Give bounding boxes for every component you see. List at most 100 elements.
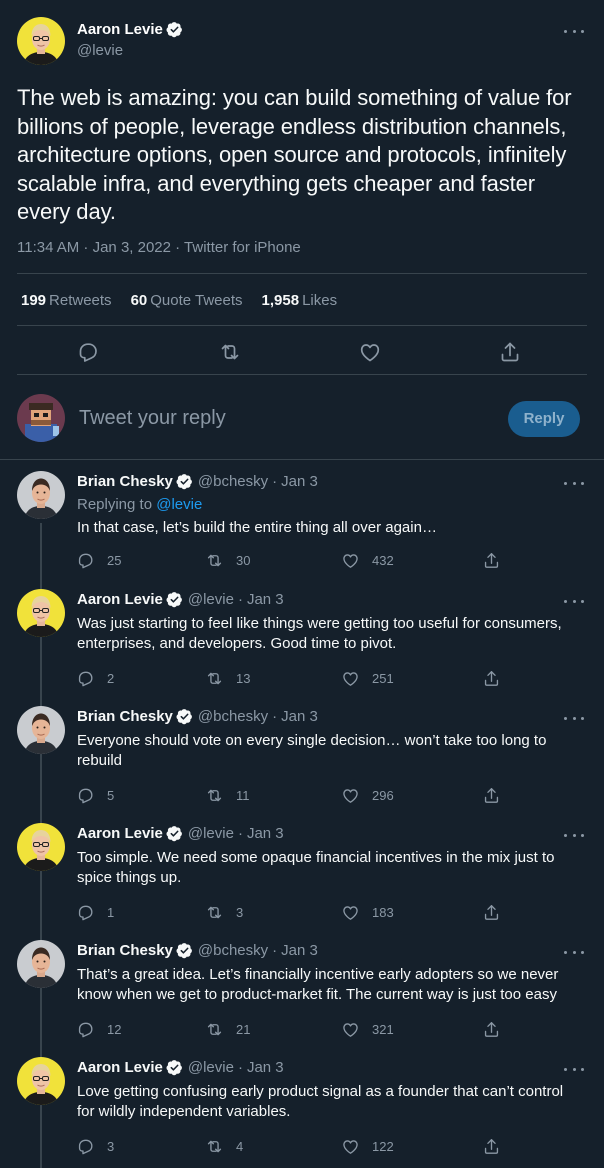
retweet-icon[interactable] (205, 1137, 224, 1156)
reply-author-name[interactable]: Brian Chesky (77, 473, 173, 490)
reply-action-reply[interactable]: 3 (76, 1137, 114, 1156)
reply-author-name[interactable]: Brian Chesky (77, 942, 173, 959)
reply-actions: 2 13 251 (0, 669, 604, 689)
reply-action-share[interactable] (482, 669, 513, 688)
more-icon[interactable] (564, 715, 584, 721)
reply-action-reply[interactable]: 12 (76, 1020, 121, 1039)
reply-action-retweet[interactable]: 11 (205, 786, 250, 805)
reply-action-like[interactable]: 321 (341, 1020, 394, 1039)
reply-action-like[interactable]: 432 (341, 551, 394, 570)
reply-action-like[interactable]: 296 (341, 786, 394, 805)
reply-date[interactable]: Jan 3 (247, 825, 284, 842)
more-icon[interactable] (564, 1066, 584, 1072)
reply-action-retweet[interactable]: 4 (205, 1137, 243, 1156)
reply-icon[interactable] (76, 1020, 95, 1039)
reply-action-share[interactable] (482, 551, 513, 570)
reply-icon[interactable] (76, 669, 95, 688)
reply-author-handle[interactable]: @bchesky (198, 473, 268, 490)
share-icon[interactable] (482, 1137, 501, 1156)
tweet-text: The web is amazing: you can build someth… (17, 85, 572, 224)
verified-badge-icon (166, 21, 183, 38)
tweet-timestamp[interactable]: 11:34 AM · Jan 3, 2022 · Twitter for iPh… (17, 239, 301, 256)
reply-action-like[interactable]: 183 (341, 903, 394, 922)
reply-author-avatar[interactable] (17, 471, 65, 519)
share-icon[interactable] (482, 1020, 501, 1039)
reply-date[interactable]: Jan 3 (281, 942, 318, 959)
share-icon[interactable] (482, 903, 501, 922)
reply-author-avatar[interactable] (17, 706, 65, 754)
reply-icon[interactable] (76, 903, 95, 922)
share-icon[interactable] (482, 669, 501, 688)
more-icon[interactable] (564, 480, 584, 486)
reply-icon[interactable] (76, 1137, 95, 1156)
reply-icon[interactable] (76, 340, 100, 364)
quote-tweets-stat[interactable]: 60 Quote Tweets (131, 292, 243, 309)
reply-action-retweet[interactable]: 30 (205, 551, 250, 570)
reply-author-avatar[interactable] (17, 589, 65, 637)
reply-action-reply[interactable]: 25 (76, 551, 121, 570)
reply-action-share[interactable] (482, 903, 513, 922)
reply-author-handle[interactable]: @levie (188, 591, 234, 608)
like-icon[interactable] (341, 903, 360, 922)
reply-author-name[interactable]: Brian Chesky (77, 708, 173, 725)
retweet-icon[interactable] (205, 1020, 224, 1039)
more-icon[interactable] (564, 28, 584, 34)
current-user-avatar[interactable] (17, 394, 65, 442)
reply-author-name[interactable]: Aaron Levie (77, 825, 163, 842)
likes-stat[interactable]: 1,958 Likes (262, 292, 338, 309)
reply-action-retweet[interactable]: 13 (205, 669, 250, 688)
retweets-stat[interactable]: 199 Retweets (21, 292, 112, 309)
reply-date[interactable]: Jan 3 (247, 1059, 284, 1076)
like-icon[interactable] (341, 1020, 360, 1039)
more-icon[interactable] (564, 949, 584, 955)
reply-date[interactable]: Jan 3 (281, 708, 318, 725)
reply-header: Aaron Levie @levie · Jan 3 (77, 591, 284, 608)
reply-action-share[interactable] (482, 786, 513, 805)
more-icon[interactable] (564, 832, 584, 838)
retweet-icon[interactable] (205, 551, 224, 570)
reply-icon[interactable] (76, 786, 95, 805)
reply-action-reply[interactable]: 1 (76, 903, 114, 922)
reply-author-handle[interactable]: @levie (188, 825, 234, 842)
retweet-icon[interactable] (205, 903, 224, 922)
reply-action-retweet[interactable]: 3 (205, 903, 243, 922)
like-icon[interactable] (341, 551, 360, 570)
author-name[interactable]: Aaron Levie (77, 21, 163, 38)
reply-author-name[interactable]: Aaron Levie (77, 591, 163, 608)
reply-author-name[interactable]: Aaron Levie (77, 1059, 163, 1076)
reply-action-like[interactable]: 122 (341, 1137, 394, 1156)
more-icon[interactable] (564, 598, 584, 604)
reply-author-handle[interactable]: @bchesky (198, 942, 268, 959)
separator-dot: · (237, 591, 243, 608)
reply-date[interactable]: Jan 3 (281, 473, 318, 490)
reply-icon[interactable] (76, 551, 95, 570)
reply-action-like[interactable]: 251 (341, 669, 394, 688)
reply-button[interactable]: Reply (508, 401, 580, 437)
reply-action-share[interactable] (482, 1137, 513, 1156)
retweet-icon[interactable] (205, 669, 224, 688)
retweet-icon[interactable] (205, 786, 224, 805)
reply-author-avatar[interactable] (17, 823, 65, 871)
reply-action-reply[interactable]: 5 (76, 786, 114, 805)
share-icon[interactable] (498, 340, 522, 364)
reply-date[interactable]: Jan 3 (247, 591, 284, 608)
replying-to-link[interactable]: @levie (156, 496, 202, 513)
reply-action-share[interactable] (482, 1020, 513, 1039)
reply-author-handle[interactable]: @levie (188, 1059, 234, 1076)
reply-action-retweet[interactable]: 21 (205, 1020, 250, 1039)
author-name-row[interactable]: Aaron Levie (77, 21, 183, 38)
author-avatar[interactable] (17, 17, 65, 65)
like-icon[interactable] (341, 786, 360, 805)
author-handle[interactable]: @levie (77, 42, 123, 59)
like-icon[interactable] (341, 1137, 360, 1156)
reply-author-avatar[interactable] (17, 940, 65, 988)
like-icon[interactable] (341, 669, 360, 688)
reply-author-handle[interactable]: @bchesky (198, 708, 268, 725)
share-icon[interactable] (482, 551, 501, 570)
reply-input[interactable]: Tweet your reply (79, 407, 226, 430)
reply-action-reply[interactable]: 2 (76, 669, 114, 688)
like-icon[interactable] (358, 340, 382, 364)
share-icon[interactable] (482, 786, 501, 805)
reply-author-avatar[interactable] (17, 1057, 65, 1105)
retweet-icon[interactable] (218, 340, 242, 364)
